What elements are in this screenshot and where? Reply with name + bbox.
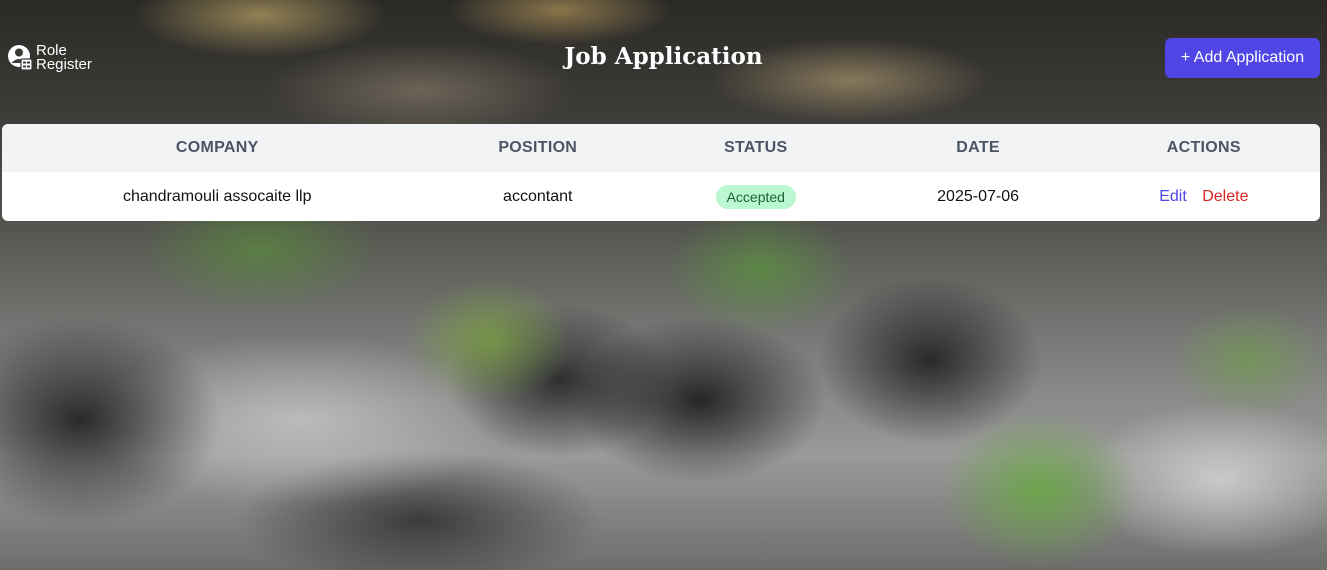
cell-status: Accepted xyxy=(643,172,868,221)
cell-date: 2025-07-06 xyxy=(937,187,1019,205)
edit-link[interactable]: Edit xyxy=(1159,188,1187,205)
table-header-row: COMPANY POSITION STATUS DATE ACTIONS xyxy=(2,124,1320,172)
applications-table: COMPANY POSITION STATUS DATE ACTIONS cha… xyxy=(2,124,1320,221)
table-body: chandramouli assocaite llp accontant Acc… xyxy=(2,172,1320,221)
app-page: Role Register Job Application + Add Appl… xyxy=(0,0,1327,570)
status-badge: Accepted xyxy=(715,184,796,209)
cell-position: accontant xyxy=(503,187,573,205)
page-title: Job Application xyxy=(564,43,763,70)
table-header: COMPANY POSITION STATUS DATE ACTIONS xyxy=(2,124,1320,172)
cell-actions: Edit Delete xyxy=(1088,172,1320,221)
column-header-company: COMPANY xyxy=(175,139,259,156)
column-header-status: STATUS xyxy=(724,139,788,156)
table-row: chandramouli assocaite llp accontant Acc… xyxy=(2,172,1320,221)
column-header-actions: ACTIONS xyxy=(1166,139,1241,156)
column-header-date: DATE xyxy=(956,139,1000,156)
delete-link[interactable]: Delete xyxy=(1202,188,1248,205)
add-application-button[interactable]: + Add Application xyxy=(1165,38,1320,78)
header: Role Register Job Application + Add Appl… xyxy=(0,0,1327,116)
applications-table-card: COMPANY POSITION STATUS DATE ACTIONS cha… xyxy=(2,124,1320,221)
column-header-position: POSITION xyxy=(498,139,578,156)
cell-company: chandramouli assocaite llp xyxy=(122,187,312,205)
